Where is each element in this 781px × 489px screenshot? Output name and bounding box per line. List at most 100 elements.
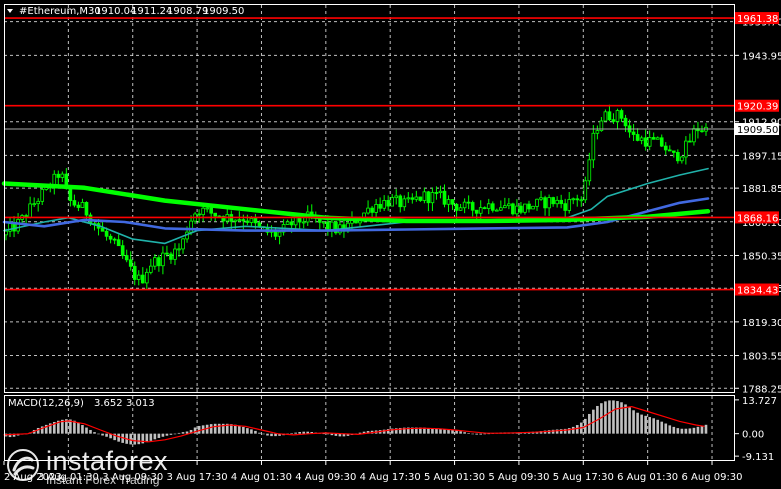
candle-body (112, 238, 117, 241)
macd-histogram-bar (77, 422, 80, 434)
macd-main-value: 3.652 (94, 398, 123, 409)
candle-body (482, 207, 487, 210)
price-tick-label: 1943.95 (742, 51, 781, 62)
candle-body (209, 207, 213, 214)
candle-body (326, 221, 330, 230)
candle-body (490, 203, 495, 211)
candle-body (124, 255, 129, 261)
macd-histogram-bar (97, 433, 100, 435)
candle-body (366, 207, 370, 214)
candle-body (442, 190, 447, 205)
candle-body (543, 197, 547, 209)
candle-body (611, 119, 616, 122)
price-tick-label: 1819.30 (742, 318, 781, 329)
candle-body (663, 145, 668, 151)
candle-body (547, 197, 551, 209)
candle-body (108, 235, 113, 240)
candle-body (173, 248, 177, 260)
macd-histogram-bar (250, 429, 253, 434)
macd-histogram-bar (238, 425, 241, 434)
macd-histogram-bar (648, 417, 651, 434)
candle-body (277, 231, 282, 237)
candle-body (688, 140, 692, 143)
macd-histogram-bar (656, 419, 660, 434)
candle-body (531, 205, 535, 210)
macd-histogram-bar (262, 433, 265, 435)
candle-body (165, 252, 169, 255)
candle-body (511, 203, 515, 215)
candle-body (619, 110, 624, 119)
macd-histogram-bar (254, 430, 257, 434)
candle-body (575, 198, 580, 201)
macd-histogram-bar (149, 433, 153, 441)
candle-body (410, 197, 415, 200)
macd-histogram-bar (298, 432, 301, 434)
candle-body (603, 111, 608, 122)
macd-histogram-bar (217, 423, 221, 434)
macd-histogram-bar (81, 425, 84, 434)
candle-body (40, 189, 45, 202)
candle-body (233, 219, 238, 222)
candle-body (201, 207, 205, 216)
price-chart[interactable]: 1959.701943.951912.901897.151881.851866.… (0, 0, 781, 489)
macd-histogram-bar (145, 433, 149, 443)
candle-body (563, 203, 568, 211)
candle-body (213, 212, 218, 217)
candle-body (72, 200, 77, 206)
candle-body (535, 198, 539, 207)
candle-body (374, 203, 378, 213)
macd-histogram-bar (101, 433, 104, 436)
macd-histogram-bar (575, 425, 579, 434)
candle-body (659, 137, 664, 147)
candle-body (684, 140, 688, 158)
macd-histogram-bar (664, 423, 668, 434)
candle-body (289, 221, 294, 226)
macd-histogram-bar (692, 427, 696, 434)
level-label: 1920.39 (737, 102, 778, 113)
candle-body (700, 130, 704, 133)
candle-body (245, 220, 250, 223)
candle-body (169, 253, 173, 260)
candle-body (515, 205, 519, 215)
candle-body (253, 218, 258, 224)
candle-body (140, 274, 145, 284)
macd-histogram-bar (571, 426, 575, 434)
candle-body (474, 209, 479, 214)
candle-body (527, 203, 531, 210)
macd-histogram-bar (165, 433, 169, 436)
candle-body (418, 196, 423, 201)
candle-body (406, 197, 411, 200)
macd-histogram-bar (137, 433, 141, 445)
candle-body (32, 203, 36, 206)
candle-body (671, 150, 676, 153)
candle-body (466, 201, 471, 204)
macd-histogram-bar (471, 433, 474, 435)
candle-body (285, 221, 290, 225)
candle-body (144, 271, 149, 284)
price-tick-label: 1897.15 (742, 151, 781, 162)
candle-body (615, 110, 620, 122)
candle-body (104, 230, 109, 237)
macd-histogram-bar (157, 433, 161, 438)
macd-histogram-bar (644, 415, 647, 434)
candle-body (68, 188, 73, 201)
macd-histogram-bar (129, 433, 133, 445)
macd-histogram-bar (676, 428, 680, 434)
candle-body (249, 218, 254, 223)
time-tick-label: 5 Aug 17:30 (553, 472, 614, 483)
macd-histogram-bar (632, 410, 635, 434)
candle-body (301, 221, 306, 224)
candle-body (454, 203, 459, 211)
macd-histogram-bar (704, 424, 708, 434)
candle-body (197, 213, 201, 216)
candle-body (370, 207, 374, 213)
candle-body (330, 221, 334, 230)
candle-body (595, 130, 600, 134)
candle-body (153, 257, 157, 267)
macd-histogram-bar (89, 429, 92, 434)
chart-symbol: #Ethereum,M30 (19, 6, 101, 17)
price-tick-label: 1803.55 (742, 352, 781, 363)
candle-body (692, 128, 696, 143)
candle-body (382, 200, 386, 209)
candle-body (470, 202, 475, 211)
